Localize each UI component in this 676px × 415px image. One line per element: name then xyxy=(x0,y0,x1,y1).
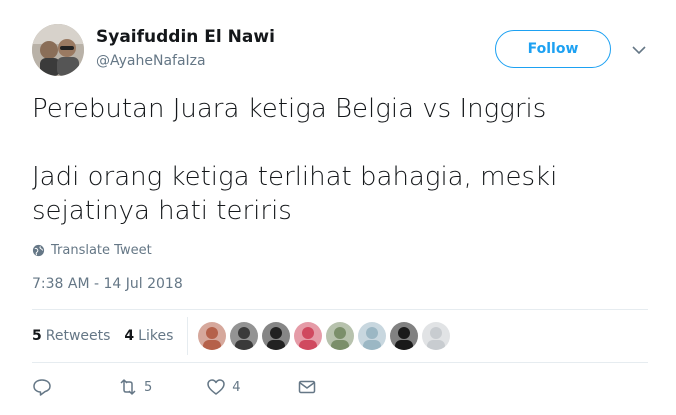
tweet-text-line: Jadi orang ketiga terlihat bahagia, mesk… xyxy=(32,162,558,226)
tweet-actions: 5 4 xyxy=(32,374,317,400)
author-display-name[interactable]: Syaifuddin El Nawi xyxy=(96,27,275,47)
like-count: 4 xyxy=(232,379,241,395)
retweets-stat[interactable]: 5 Retweets xyxy=(32,328,110,344)
tweet-card: Syaifuddin El Nawi @AyaheNafaIza Follow … xyxy=(0,0,676,415)
liker-avatar[interactable] xyxy=(358,322,387,350)
tweet-text: Perebutan Juara ketiga Belgia vs Inggris… xyxy=(32,92,632,228)
follow-button[interactable]: Follow xyxy=(495,30,611,68)
liker-avatar[interactable] xyxy=(294,322,323,350)
globe-icon xyxy=(32,244,45,257)
author-handle[interactable]: @AyaheNafaIza xyxy=(96,53,206,69)
direct-message-button[interactable] xyxy=(297,377,317,397)
likes-count: 4 xyxy=(124,328,135,344)
reply-icon xyxy=(33,379,51,396)
translate-tweet-link[interactable]: Translate Tweet xyxy=(32,243,152,258)
likes-label: Likes xyxy=(138,328,174,344)
liker-avatar[interactable] xyxy=(262,322,291,350)
liker-avatar[interactable] xyxy=(198,322,227,350)
chevron-down-icon[interactable] xyxy=(629,40,649,60)
tweet-timestamp[interactable]: 7:38 AM - 14 Jul 2018 xyxy=(32,276,183,292)
retweets-count: 5 xyxy=(32,328,42,344)
tweet-stats: 5 Retweets 4 Likes xyxy=(32,310,451,362)
liker-avatar[interactable] xyxy=(390,322,419,350)
reply-button[interactable] xyxy=(32,377,52,397)
liker-avatar[interactable] xyxy=(422,322,451,350)
author-avatar[interactable] xyxy=(32,24,84,76)
translate-label: Translate Tweet xyxy=(51,243,152,258)
divider xyxy=(32,362,648,363)
heart-icon xyxy=(207,379,226,395)
retweet-icon xyxy=(120,379,136,395)
liker-avatar[interactable] xyxy=(230,322,259,350)
liker-avatar[interactable] xyxy=(326,322,355,350)
likes-stat[interactable]: 4 Likes xyxy=(124,328,173,344)
retweet-button[interactable]: 5 xyxy=(118,377,152,397)
stats-separator xyxy=(187,317,189,355)
envelope-icon xyxy=(298,380,315,394)
liker-avatars xyxy=(198,322,451,350)
like-button[interactable]: 4 xyxy=(206,377,241,397)
tweet-text-line: Perebutan Juara ketiga Belgia vs Inggris xyxy=(32,94,547,124)
retweets-label: Retweets xyxy=(45,328,111,344)
retweet-count: 5 xyxy=(144,379,153,395)
